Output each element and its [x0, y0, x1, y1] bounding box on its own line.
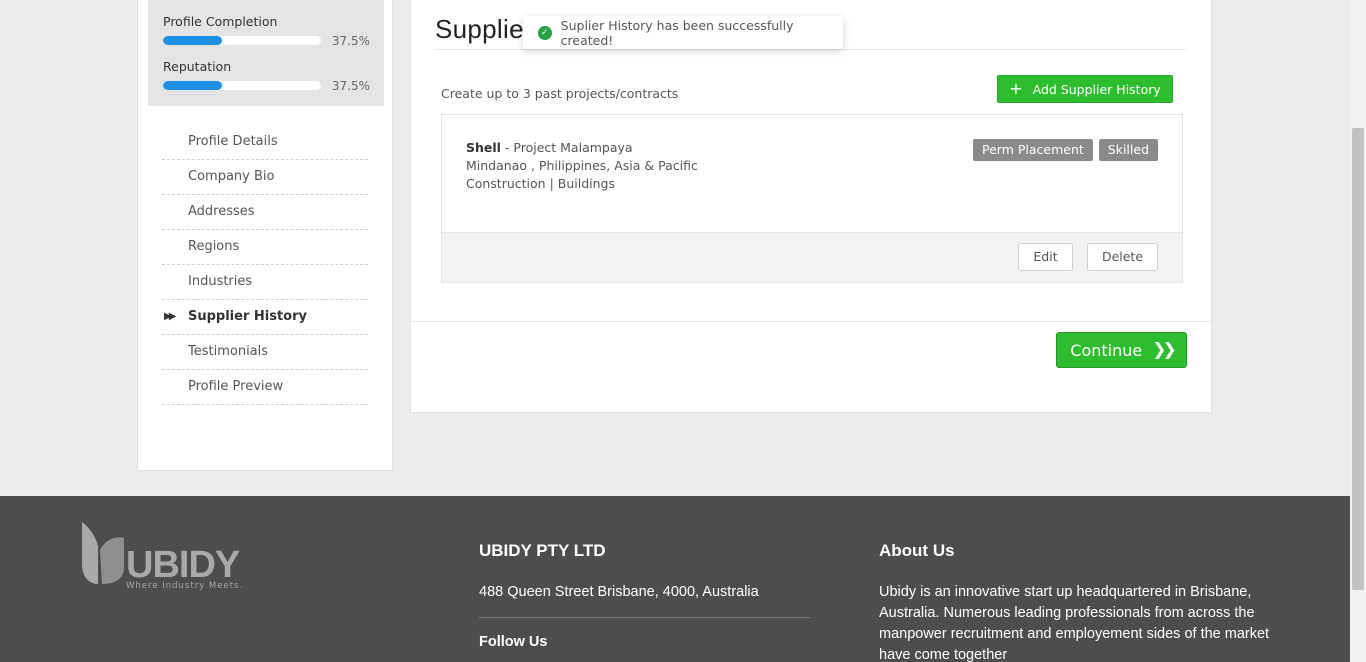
nav-item-label: Industries [188, 274, 253, 289]
sidebar: Profile Completion 37.5% Reputation 37.5… [137, 0, 393, 471]
progress-bar [163, 36, 321, 45]
nav-item-label: Profile Details [188, 134, 278, 149]
stat-value: 37.5% [331, 33, 370, 48]
toast-message: Suplier History has been successfully cr… [560, 17, 794, 48]
tag-badge: Perm Placement [973, 139, 1093, 161]
nav-item-label: Testimonials [188, 344, 269, 359]
add-supplier-history-button[interactable]: + Add Supplier History [997, 75, 1173, 103]
scrollbar-thumb[interactable] [1352, 128, 1364, 590]
divider [479, 617, 810, 618]
stat-label: Profile Completion [163, 14, 278, 29]
stat-value: 37.5% [331, 78, 370, 93]
leaf-icon [82, 522, 124, 584]
nav-item-regions[interactable]: Regions [162, 230, 368, 265]
progress-fill [163, 81, 223, 90]
stat-reputation: Reputation 37.5% [163, 59, 370, 94]
history-sector: Construction | Buildings [466, 176, 615, 191]
continue-button[interactable]: Continue ❯❯ [1056, 332, 1187, 368]
success-toast: ✓ Suplier History has been successfully … [523, 16, 843, 49]
double-chevron-right-icon: ❯❯ [1152, 340, 1176, 360]
intro-text: Create up to 3 past projects/contracts [441, 86, 679, 101]
stat-profile-completion: Profile Completion 37.5% [163, 14, 370, 49]
history-details: Shell - Project Malampaya Mindanao , Phi… [466, 139, 698, 193]
supplier-history-panel: Supplie Create up to 3 past projects/con… [410, 0, 1212, 413]
profile-nav: Profile Details Company Bio Addresses Re… [162, 125, 368, 405]
ubidy-logo[interactable]: UBIDY Where Industry Meets. [80, 520, 250, 591]
delete-button[interactable]: Delete [1087, 243, 1158, 271]
supplier-history-card: Shell - Project Malampaya Mindanao , Phi… [441, 114, 1183, 283]
stat-label: Reputation [163, 59, 232, 74]
follow-us-heading: Follow Us [479, 634, 548, 650]
logo-tagline: Where Industry Meets. [126, 581, 244, 591]
site-footer: UBIDY Where Industry Meets. UBIDY PTY LT… [0, 496, 1350, 662]
button-label: Add Supplier History [1032, 81, 1161, 97]
nav-item-supplier-history[interactable]: ▶▶ Supplier History [162, 300, 368, 335]
nav-item-label: Company Bio [188, 169, 275, 184]
nav-item-company-bio[interactable]: Company Bio [162, 160, 368, 195]
profile-stats: Profile Completion 37.5% Reputation 37.5… [148, 0, 384, 106]
card-actions: Edit Delete [442, 232, 1182, 282]
edit-button[interactable]: Edit [1018, 243, 1073, 271]
company-address: 488 Queen Street Brisbane, 4000, Austral… [479, 584, 759, 600]
button-label: Continue [1070, 340, 1143, 360]
check-circle-icon: ✓ [538, 25, 552, 40]
nav-item-profile-preview[interactable]: Profile Preview [162, 370, 368, 405]
nav-item-label: Regions [188, 239, 240, 254]
nav-item-industries[interactable]: Industries [162, 265, 368, 300]
plus-icon: + [1009, 79, 1023, 98]
nav-item-profile-details[interactable]: Profile Details [162, 125, 368, 160]
double-arrow-right-icon: ▶▶ [164, 311, 177, 322]
tag-badge: Skilled [1098, 139, 1158, 161]
page-scrollbar[interactable] [1350, 0, 1366, 662]
history-tags: Perm Placement Skilled [973, 139, 1158, 161]
nav-item-testimonials[interactable]: Testimonials [162, 335, 368, 370]
client-name: Shell [466, 140, 501, 155]
progress-fill [163, 36, 223, 45]
divider [411, 321, 1211, 322]
history-location: Mindanao , Philippines, Asia & Pacific [466, 158, 698, 173]
project-name: - Project Malampaya [500, 140, 633, 155]
progress-bar [163, 81, 321, 90]
company-name: UBIDY PTY LTD [479, 541, 606, 560]
nav-item-label: Addresses [188, 204, 255, 219]
about-us-text: Ubidy is an innovative start up headquar… [879, 584, 1270, 662]
nav-item-label: Profile Preview [188, 379, 284, 394]
divider [435, 49, 1187, 50]
nav-item-addresses[interactable]: Addresses [162, 195, 368, 230]
nav-item-label: Supplier History [188, 309, 307, 324]
page-title: Supplie [435, 14, 524, 44]
about-us-heading: About Us [879, 541, 955, 560]
